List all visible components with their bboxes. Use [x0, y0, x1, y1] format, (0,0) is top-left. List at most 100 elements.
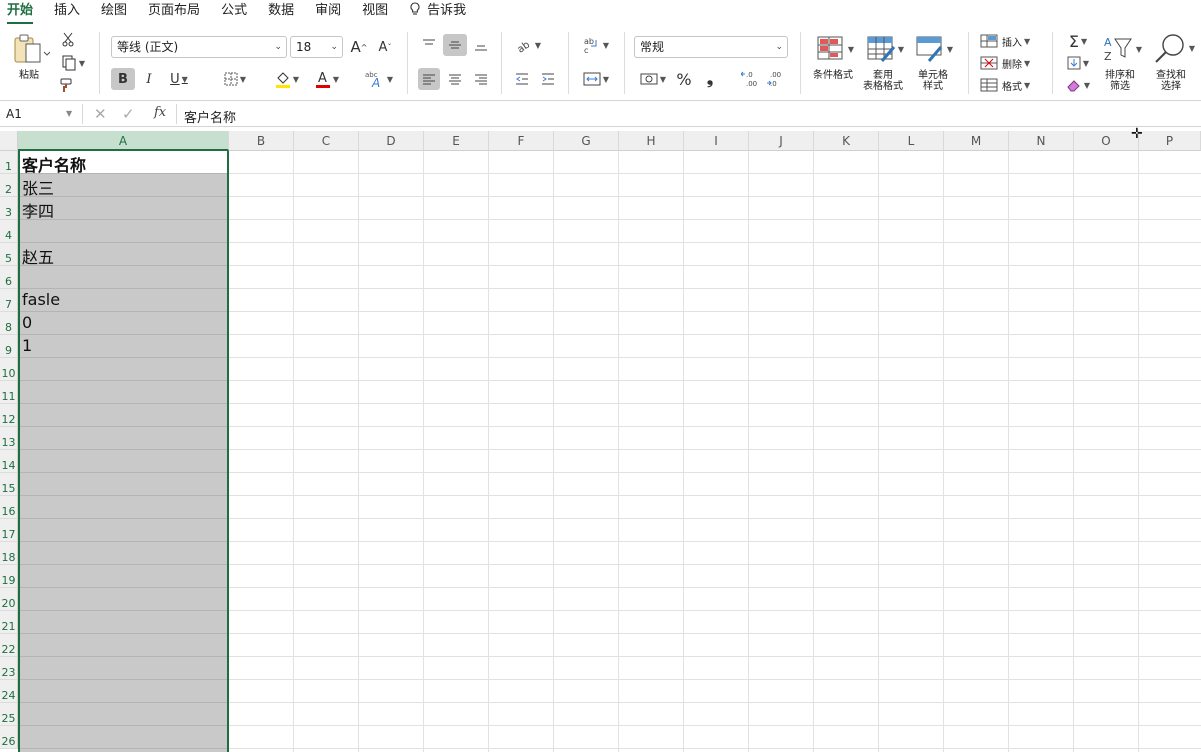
- row-header[interactable]: 5: [0, 243, 18, 266]
- format-painter-icon[interactable]: [58, 76, 76, 94]
- row-header[interactable]: 16: [0, 496, 18, 519]
- row-header[interactable]: 11: [0, 381, 18, 404]
- decrease-indent-button[interactable]: [512, 68, 532, 90]
- orientation-button[interactable]: ab ▼: [510, 34, 546, 56]
- borders-button[interactable]: ▼: [217, 68, 253, 90]
- tab-data[interactable]: 数据: [261, 0, 294, 24]
- insert-cells-button[interactable]: 插入 ▼: [980, 30, 1042, 52]
- cell-A8[interactable]: 0: [22, 313, 32, 332]
- align-center-button[interactable]: [444, 68, 466, 90]
- cell-A5[interactable]: 赵五: [22, 244, 54, 268]
- decrease-decimal-button[interactable]: .00.0: [766, 68, 788, 90]
- paste-button[interactable]: [8, 32, 52, 66]
- cancel-icon[interactable]: ✕: [94, 105, 107, 123]
- name-box[interactable]: A1: [6, 107, 22, 121]
- tab-page-layout[interactable]: 页面布局: [141, 0, 200, 24]
- column-header-I[interactable]: I: [684, 131, 749, 151]
- grow-font-button[interactable]: A ^: [348, 36, 370, 58]
- delete-cells-button[interactable]: 删除 ▼: [980, 52, 1042, 74]
- tab-view[interactable]: 视图: [355, 0, 388, 24]
- tab-tell-me[interactable]: 告诉我: [402, 0, 466, 24]
- format-as-table-button[interactable]: ▼: [864, 34, 906, 64]
- font-name-select[interactable]: 等线 (正文) ⌄: [111, 36, 287, 58]
- tab-formulas[interactable]: 公式: [214, 0, 247, 24]
- cut-icon[interactable]: [60, 30, 76, 48]
- row-header[interactable]: 6: [0, 266, 18, 289]
- sort-filter-button[interactable]: A Z ▼: [1100, 34, 1144, 64]
- column-header-G[interactable]: G: [554, 131, 619, 151]
- cell-A2[interactable]: 张三: [22, 175, 54, 199]
- row-header[interactable]: 24: [0, 680, 18, 703]
- clear-button[interactable]: ▼: [1062, 74, 1094, 96]
- row-header[interactable]: 23: [0, 657, 18, 680]
- currency-button[interactable]: ▼: [636, 68, 670, 90]
- check-icon[interactable]: ✓: [122, 105, 135, 123]
- align-middle-button[interactable]: [443, 34, 467, 56]
- comma-button[interactable]: ❟: [700, 68, 720, 90]
- font-size-select[interactable]: 18 ⌄: [290, 36, 343, 58]
- percent-button[interactable]: %: [674, 68, 694, 90]
- column-header-B[interactable]: B: [229, 131, 294, 151]
- increase-decimal-button[interactable]: .0.00: [740, 68, 762, 90]
- row-header[interactable]: 14: [0, 450, 18, 473]
- column-header-K[interactable]: K: [814, 131, 879, 151]
- cell-A9[interactable]: 1: [22, 336, 32, 355]
- tab-home[interactable]: 开始: [0, 0, 34, 24]
- conditional-format-button[interactable]: ▼: [812, 34, 858, 64]
- column-header-H[interactable]: H: [619, 131, 684, 151]
- wrap-text-button[interactable]: ab c ▼: [578, 34, 614, 56]
- shrink-font-button[interactable]: Aˇ: [374, 36, 396, 58]
- text-effects-button[interactable]: abc A ▼: [362, 68, 396, 90]
- cell-A3[interactable]: 李四: [22, 198, 54, 222]
- copy-icon[interactable]: ▼: [58, 54, 88, 72]
- underline-button[interactable]: U ▼: [164, 68, 194, 90]
- cell-styles-button[interactable]: ▼: [912, 34, 956, 64]
- formula-input[interactable]: 客户名称: [184, 107, 236, 126]
- insert-function-button[interactable]: fx: [154, 105, 166, 120]
- column-header-A[interactable]: A: [18, 131, 229, 151]
- increase-indent-button[interactable]: [538, 68, 558, 90]
- row-header[interactable]: 4: [0, 220, 18, 243]
- column-header-O[interactable]: O: [1074, 131, 1139, 151]
- format-cells-button[interactable]: 格式 ▼: [980, 74, 1042, 96]
- bold-button[interactable]: B: [111, 68, 135, 90]
- column-header-L[interactable]: L: [879, 131, 944, 151]
- column-header-E[interactable]: E: [424, 131, 489, 151]
- row-header[interactable]: 3: [0, 197, 18, 220]
- row-header[interactable]: 18: [0, 542, 18, 565]
- row-header[interactable]: 8: [0, 312, 18, 335]
- column-header-C[interactable]: C: [294, 131, 359, 151]
- align-left-button[interactable]: [418, 68, 440, 90]
- fill-button[interactable]: ▼: [1062, 52, 1094, 74]
- column-header-N[interactable]: N: [1009, 131, 1074, 151]
- column-header-P[interactable]: P: [1139, 131, 1201, 151]
- row-header[interactable]: 17: [0, 519, 18, 542]
- merge-center-button[interactable]: ▼: [578, 68, 614, 90]
- align-right-button[interactable]: [470, 68, 492, 90]
- cell-area[interactable]: [229, 151, 1201, 752]
- fill-color-button[interactable]: ▼: [270, 68, 304, 90]
- autosum-button[interactable]: Σ ▼: [1062, 30, 1094, 52]
- row-header[interactable]: 26: [0, 726, 18, 749]
- tab-review[interactable]: 审阅: [308, 0, 341, 24]
- column-header-J[interactable]: J: [749, 131, 814, 151]
- row-header[interactable]: 21: [0, 611, 18, 634]
- number-format-select[interactable]: 常规 ⌄: [634, 36, 788, 58]
- align-top-button[interactable]: [418, 34, 440, 56]
- select-all-button[interactable]: [0, 131, 18, 151]
- row-header[interactable]: 22: [0, 634, 18, 657]
- row-header[interactable]: 2: [0, 174, 18, 197]
- cell-A1[interactable]: 客户名称: [22, 152, 86, 176]
- row-header[interactable]: 20: [0, 588, 18, 611]
- row-header[interactable]: 9: [0, 335, 18, 358]
- cell-A7[interactable]: fasle: [22, 290, 60, 309]
- row-header[interactable]: 12: [0, 404, 18, 427]
- row-header[interactable]: 10: [0, 358, 18, 381]
- column-header-D[interactable]: D: [359, 131, 424, 151]
- row-header[interactable]: 13: [0, 427, 18, 450]
- tab-draw[interactable]: 绘图: [94, 0, 127, 24]
- row-header[interactable]: 25: [0, 703, 18, 726]
- row-header[interactable]: 19: [0, 565, 18, 588]
- find-select-button[interactable]: ▼: [1150, 32, 1198, 64]
- italic-button[interactable]: I: [140, 68, 158, 90]
